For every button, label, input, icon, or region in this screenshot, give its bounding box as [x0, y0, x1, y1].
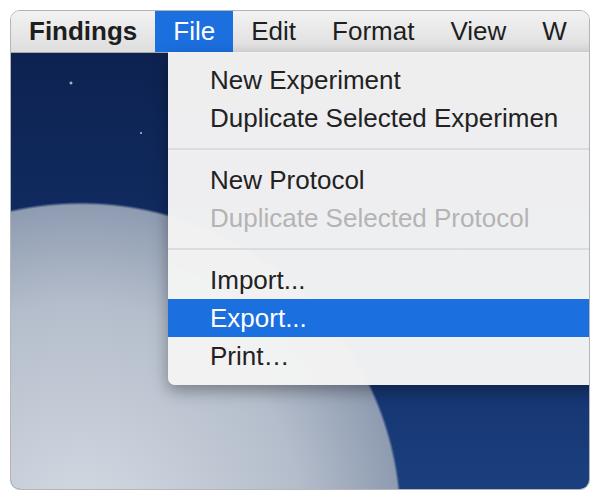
menu-item[interactable]: Export... [168, 299, 590, 337]
menu-bar-item[interactable]: View [432, 11, 524, 52]
screen: FindingsFileEditFormatViewWNew Experimen… [10, 10, 590, 490]
file-menu: New ExperimentDuplicate Selected Experim… [168, 52, 590, 385]
menu-bar-item[interactable]: W [524, 11, 585, 52]
menu-item[interactable]: Duplicate Selected Experimen [168, 99, 590, 137]
menu-item[interactable]: New Experiment [168, 61, 590, 99]
menu-separator [168, 237, 590, 261]
menu-item: Duplicate Selected Protocol [168, 199, 590, 237]
menu-separator [168, 137, 590, 161]
menu-item[interactable]: New Protocol [168, 161, 590, 199]
menu-item[interactable]: Print… [168, 337, 590, 375]
menu-bar-item[interactable]: File [155, 11, 233, 52]
menu-bar: FindingsFileEditFormatViewW [11, 11, 589, 53]
menu-bar-item[interactable]: Edit [233, 11, 314, 52]
menu-bar-item[interactable]: Format [314, 11, 432, 52]
menu-item[interactable]: Import... [168, 261, 590, 299]
app-menu[interactable]: Findings [11, 11, 155, 52]
